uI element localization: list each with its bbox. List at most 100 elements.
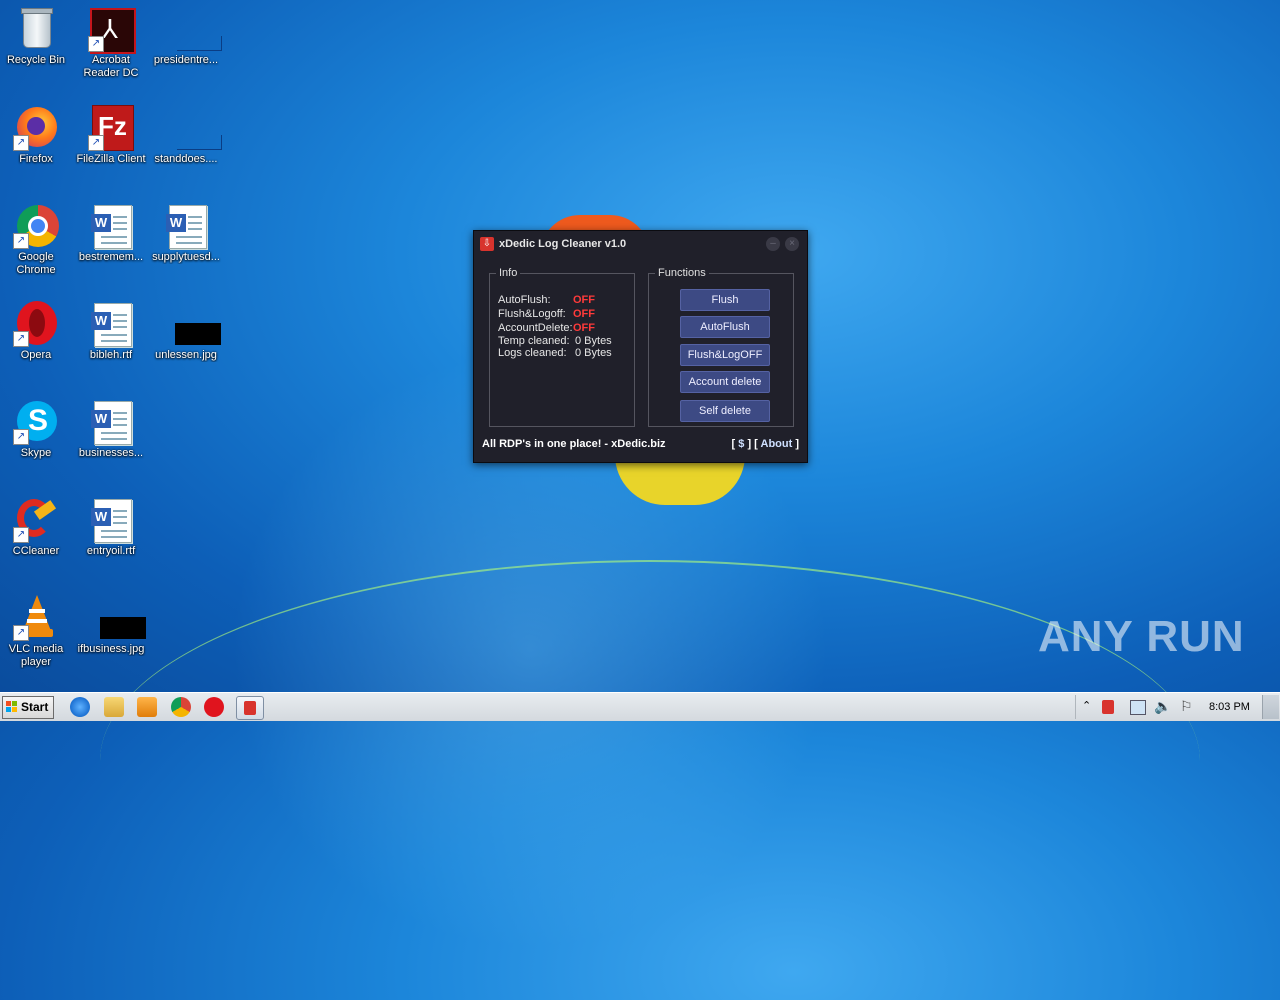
desktop-icon-label: entryoil.rtf [86, 545, 136, 557]
wallpaper-arc [100, 560, 1200, 962]
donate-link[interactable]: $ [738, 438, 744, 450]
file-icon [163, 6, 222, 52]
flush-logoff-button[interactable]: Flush&LogOFF [680, 344, 770, 366]
desktop-icon-image-file[interactable]: unlessen.jpg [150, 301, 222, 362]
info-label: Flush&Logoff: [498, 308, 566, 320]
info-label: Logs cleaned: [498, 347, 567, 359]
desktop-icon-label: supplytuesd... [152, 251, 220, 263]
flush-logoff-status: OFF [573, 308, 595, 320]
info-row: Temp cleaned: 0 Bytes [498, 335, 612, 347]
desktop-icon-acrobat[interactable]: ⅄ ↗ Acrobat Reader DC [75, 6, 147, 80]
desktop-icon-vlc[interactable]: ↗ VLC media player [0, 595, 72, 669]
desktop-icon-recycle-bin[interactable]: Recycle Bin [0, 6, 72, 67]
file-icon [163, 105, 222, 151]
desktop-icon-label: presidentre... [153, 54, 219, 66]
desktop-icon-label: Skype [20, 447, 52, 459]
logs-cleaned-value: 0 Bytes [575, 347, 612, 359]
window-title: xDedic Log Cleaner v1.0 [499, 238, 627, 250]
desktop-icon-firefox[interactable]: ↗ Firefox [0, 105, 72, 166]
footer-links: [ $ ] [ About ] [731, 438, 799, 450]
desktop-icon-word-doc[interactable]: W bibleh.rtf [75, 301, 147, 362]
vlc-icon: ↗ [13, 595, 59, 641]
desktop-icon-ccleaner[interactable]: ↗ CCleaner [0, 497, 72, 558]
xdedic-taskbar-icon[interactable] [236, 696, 264, 720]
anyrun-watermark: ANY RUN [1038, 612, 1245, 661]
self-delete-button[interactable]: Self delete [680, 400, 770, 422]
action-center-flag-icon[interactable]: ⚐ [1180, 698, 1193, 715]
recycle-bin-icon [13, 6, 59, 52]
internet-explorer-icon[interactable] [70, 697, 90, 717]
acrobat-icon: ⅄ ↗ [88, 6, 136, 54]
desktop-icon-label: Recycle Bin [6, 54, 66, 66]
desktop-icon-filezilla[interactable]: Fz ↗ FileZilla Client [75, 105, 147, 166]
info-row: AccountDelete: OFF [498, 322, 595, 334]
info-label: Temp cleaned: [498, 335, 570, 347]
word-document-icon: W [163, 203, 209, 249]
desktop-icon-label: unlessen.jpg [155, 349, 217, 361]
desktop-icon-label: bestremem... [78, 251, 144, 263]
desktop-icon-label: Google Chrome [16, 251, 56, 276]
desktop-icon-label: VLC media player [8, 643, 64, 668]
chrome-icon: ↗ [13, 203, 59, 249]
desktop-icon-label: Opera [20, 349, 52, 361]
show-desktop-button[interactable] [1262, 695, 1279, 719]
desktop-icon-word-doc[interactable]: W bestremem... [75, 203, 147, 264]
account-delete-button[interactable]: Account delete [680, 371, 770, 393]
start-label: Start [21, 700, 49, 714]
desktop-icon-word-doc[interactable]: W entryoil.rtf [75, 497, 147, 558]
autoflush-button[interactable]: AutoFlush [680, 316, 770, 338]
desktop-icon-label: Acrobat Reader DC [83, 54, 139, 79]
show-hidden-icons-icon[interactable]: ⌃ [1082, 699, 1091, 712]
app-logo-icon: ⇩ [480, 237, 494, 251]
flush-button[interactable]: Flush [680, 289, 770, 311]
word-document-icon: W [88, 497, 134, 543]
temp-cleaned-value: 0 Bytes [575, 335, 612, 347]
desktop-icon-label: standdoes.... [154, 153, 218, 165]
image-file-icon [88, 595, 146, 641]
desktop-icon-skype[interactable]: S ↗ Skype [0, 399, 72, 460]
desktop-icon-image-file[interactable]: ifbusiness.jpg [75, 595, 147, 656]
word-document-icon: W [88, 301, 134, 347]
desktop-icon-opera[interactable]: ↗ Opera [0, 301, 72, 362]
app-window: ⇩ xDedic Log Cleaner v1.0 – × Info AutoF… [473, 230, 808, 463]
opera-icon: ↗ [13, 301, 59, 347]
info-label: AutoFlush: [498, 294, 551, 306]
desktop-icon-word-doc[interactable]: W supplytuesd... [150, 203, 222, 264]
volume-icon[interactable]: 🔈 [1154, 698, 1171, 715]
info-legend: Info [499, 267, 518, 279]
clock[interactable]: 8:03 PM [1209, 701, 1250, 713]
footer-tagline[interactable]: All RDP's in one place! - xDedic.biz [482, 438, 666, 450]
close-button[interactable]: × [785, 237, 799, 251]
minimize-button[interactable]: – [766, 237, 780, 251]
desktop-icon-label: businesses... [78, 447, 144, 459]
windows-logo-icon [6, 701, 18, 713]
media-player-icon[interactable] [137, 697, 157, 717]
desktop-icon-word-doc[interactable]: W businesses... [75, 399, 147, 460]
network-icon[interactable] [1130, 700, 1146, 715]
info-row: AutoFlush: OFF [498, 294, 595, 306]
word-document-icon: W [88, 399, 134, 445]
title-bar[interactable]: ⇩ xDedic Log Cleaner v1.0 – × [474, 231, 807, 257]
desktop-icon-file[interactable]: standdoes.... [150, 105, 222, 166]
xdedic-tray-icon[interactable] [1102, 700, 1114, 714]
account-delete-status: OFF [573, 322, 595, 334]
autoflush-status: OFF [573, 294, 595, 306]
start-button[interactable]: Start [2, 696, 54, 719]
functions-group: Functions Flush AutoFlush Flush&LogOFF A… [648, 267, 794, 427]
file-explorer-icon[interactable] [104, 697, 124, 717]
chrome-icon[interactable] [171, 697, 191, 717]
about-link[interactable]: About [761, 438, 793, 450]
desktop-icon-chrome[interactable]: ↗ Google Chrome [0, 203, 72, 277]
desktop-icon-label: FileZilla Client [76, 153, 146, 165]
info-row: Flush&Logoff: OFF [498, 308, 595, 320]
info-group: Info AutoFlush: OFF Flush&Logoff: OFF Ac… [489, 267, 635, 427]
functions-legend: Functions [658, 267, 706, 279]
desktop-icon-label: CCleaner [12, 545, 60, 557]
filezilla-icon: Fz ↗ [88, 105, 134, 151]
desktop-icon-label: ifbusiness.jpg [77, 643, 145, 655]
opera-icon[interactable] [204, 697, 224, 717]
desktop-icon-file[interactable]: presidentre... [150, 6, 222, 67]
image-file-icon [163, 301, 221, 347]
taskbar: Start ⌃ 🔈 ⚐ 8:03 PM [0, 692, 1280, 721]
ccleaner-icon: ↗ [13, 497, 59, 543]
